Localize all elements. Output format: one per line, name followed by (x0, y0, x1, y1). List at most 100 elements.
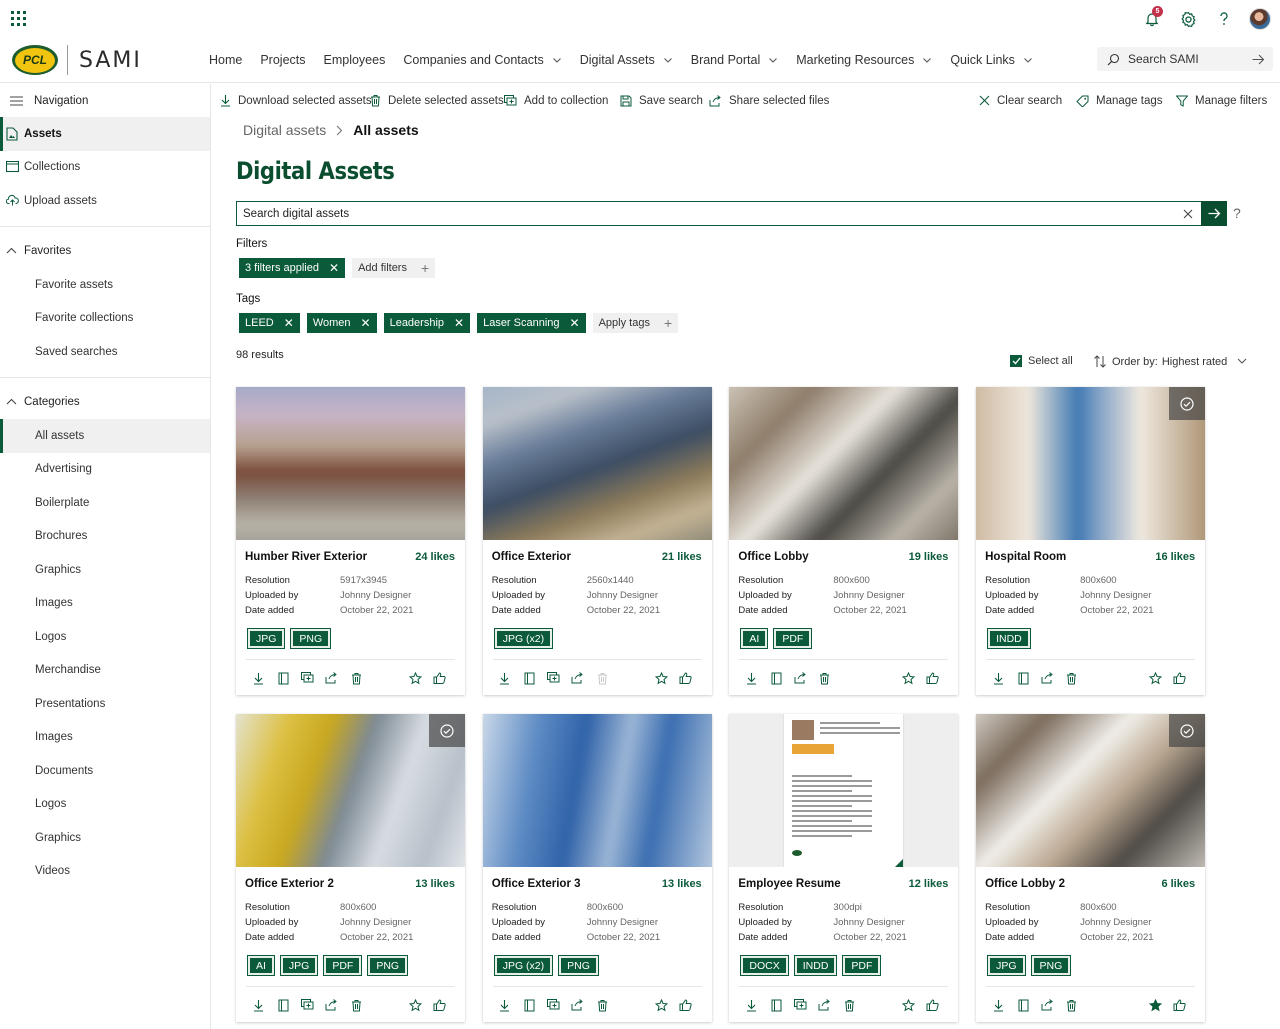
format-tag[interactable]: PDF (323, 955, 363, 976)
add-collection-icon[interactable] (299, 997, 315, 1013)
like-icon[interactable] (1171, 670, 1187, 686)
share-icon[interactable] (1039, 997, 1055, 1013)
sidebar-item-favorite-collections[interactable]: Favorite collections (0, 302, 210, 336)
copy-icon[interactable] (522, 997, 538, 1013)
remove-chip-icon[interactable]: ✕ (361, 316, 371, 330)
site-search-box[interactable]: Search SAMI (1097, 47, 1273, 71)
manage-filters-button[interactable]: Manage filters (1176, 84, 1267, 117)
clear-search-button[interactable]: Clear search (979, 84, 1062, 117)
sidebar-item-images-2[interactable]: Images (0, 721, 210, 755)
download-selected-button[interactable]: Download selected assets (220, 84, 372, 117)
tag-chip[interactable]: Leadership ✕ (383, 313, 471, 333)
nav-digital-assets[interactable]: Digital Assets (580, 53, 673, 67)
share-icon[interactable] (570, 997, 586, 1013)
share-icon[interactable] (1039, 670, 1055, 686)
download-icon[interactable] (990, 997, 1006, 1013)
manage-tags-button[interactable]: Manage tags (1076, 84, 1163, 117)
trash-icon[interactable] (1063, 670, 1079, 686)
format-tag[interactable]: PNG (558, 955, 599, 976)
sidebar-item-logos[interactable]: Logos (0, 620, 210, 654)
asset-thumbnail[interactable] (482, 714, 712, 867)
asset-title[interactable]: Hospital Room (985, 551, 1066, 563)
select-all-checkbox[interactable]: Select all (1010, 355, 1073, 367)
copy-icon[interactable] (522, 670, 538, 686)
add-collection-icon[interactable] (792, 997, 808, 1013)
format-tag[interactable]: JPG (x2) (493, 628, 554, 649)
sidebar-item-presentations[interactable]: Presentations (0, 687, 210, 721)
download-icon[interactable] (497, 997, 513, 1013)
like-icon[interactable] (924, 670, 940, 686)
sidebar-item-images[interactable]: Images (0, 587, 210, 621)
asset-title[interactable]: Office Lobby (738, 551, 808, 563)
selected-check-icon[interactable] (429, 714, 465, 747)
format-tag[interactable]: PNG (367, 955, 409, 976)
copy-icon[interactable] (768, 670, 784, 686)
order-by-dropdown[interactable]: Order by: Highest rated (1094, 355, 1247, 368)
trash-icon[interactable] (348, 670, 364, 686)
like-icon[interactable] (1171, 997, 1187, 1013)
asset-card[interactable]: Office Lobby 19 likes Resolution 800x600… (729, 387, 959, 695)
star-icon[interactable] (407, 997, 423, 1013)
asset-card[interactable]: Office Exterior 2 13 likes Resolution 80… (236, 714, 465, 1022)
sidebar-item-documents[interactable]: Documents (0, 754, 210, 788)
search-submit-button[interactable] (1201, 201, 1227, 226)
asset-thumbnail[interactable] (482, 387, 712, 540)
share-icon[interactable] (570, 670, 586, 686)
hamburger-menu-icon[interactable] (10, 95, 23, 106)
format-tag[interactable]: PNG (290, 628, 332, 649)
sidebar-item-brochures[interactable]: Brochures (0, 520, 210, 554)
nav-brand-portal[interactable]: Brand Portal (691, 53, 778, 67)
apply-tags-button[interactable]: Apply tags + (592, 313, 679, 333)
filters-applied-chip[interactable]: 3 filters applied ✕ (239, 258, 346, 278)
asset-thumbnail[interactable] (976, 714, 1206, 867)
star-icon[interactable] (654, 670, 670, 686)
add-collection-icon[interactable] (299, 670, 315, 686)
asset-title[interactable]: Humber River Exterior (245, 551, 367, 563)
sidebar-item-logos-2[interactable]: Logos (0, 788, 210, 822)
sidebar-item-merchandise[interactable]: Merchandise (0, 654, 210, 688)
sidebar-item-boilerplate[interactable]: Boilerplate (0, 486, 210, 520)
nav-projects[interactable]: Projects (260, 53, 305, 67)
trash-icon[interactable] (348, 997, 364, 1013)
remove-chip-icon[interactable]: ✕ (570, 316, 580, 330)
format-tag[interactable]: JPG (x2) (493, 955, 554, 976)
tag-chip[interactable]: Laser Scanning ✕ (477, 313, 586, 333)
share-icon[interactable] (792, 670, 808, 686)
sidebar-item-advertising[interactable]: Advertising (0, 453, 210, 487)
format-tag[interactable]: INDD (987, 628, 1031, 649)
nav-home[interactable]: Home (209, 53, 242, 67)
add-collection-icon[interactable] (546, 670, 562, 686)
sidebar-item-favorite-assets[interactable]: Favorite assets (0, 268, 210, 302)
pcl-logo[interactable]: PCL (12, 45, 58, 75)
asset-card[interactable]: Office Lobby 2 6 likes Resolution 800x60… (976, 714, 1206, 1022)
add-filters-button[interactable]: Add filters + (352, 258, 436, 278)
clear-search-icon[interactable] (1175, 202, 1201, 225)
download-icon[interactable] (743, 997, 759, 1013)
asset-title[interactable]: Office Exterior (492, 551, 571, 563)
asset-card[interactable]: Humber River Exterior 24 likes Resolutio… (236, 387, 465, 695)
format-tag[interactable]: JPG (279, 955, 319, 976)
like-icon[interactable] (678, 997, 694, 1013)
asset-thumbnail[interactable] (976, 387, 1206, 540)
sidebar-item-saved-searches[interactable]: Saved searches (0, 335, 210, 369)
share-selected-button[interactable]: Share selected files (709, 84, 829, 117)
nav-companies-and-contacts[interactable]: Companies and Contacts (403, 53, 561, 67)
copy-icon[interactable] (275, 670, 291, 686)
star-icon[interactable] (654, 997, 670, 1013)
selected-check-icon[interactable] (1169, 387, 1206, 420)
asset-thumbnail[interactable] (729, 387, 959, 540)
copy-icon[interactable] (275, 997, 291, 1013)
like-icon[interactable] (431, 670, 447, 686)
copy-icon[interactable] (1015, 997, 1031, 1013)
download-icon[interactable] (990, 670, 1006, 686)
trash-icon[interactable] (841, 997, 857, 1013)
share-icon[interactable] (323, 670, 339, 686)
trash-icon[interactable] (816, 670, 832, 686)
sidebar-item-graphics[interactable]: Graphics (0, 553, 210, 587)
arrow-right-icon[interactable] (1252, 54, 1265, 65)
sidebar-item-all-assets[interactable]: All assets (0, 419, 210, 453)
format-tag[interactable]: AI (740, 628, 769, 649)
help-icon[interactable] (1212, 7, 1236, 31)
format-tag[interactable]: DOCX (740, 955, 789, 976)
site-brand[interactable]: SAMI (79, 48, 142, 73)
